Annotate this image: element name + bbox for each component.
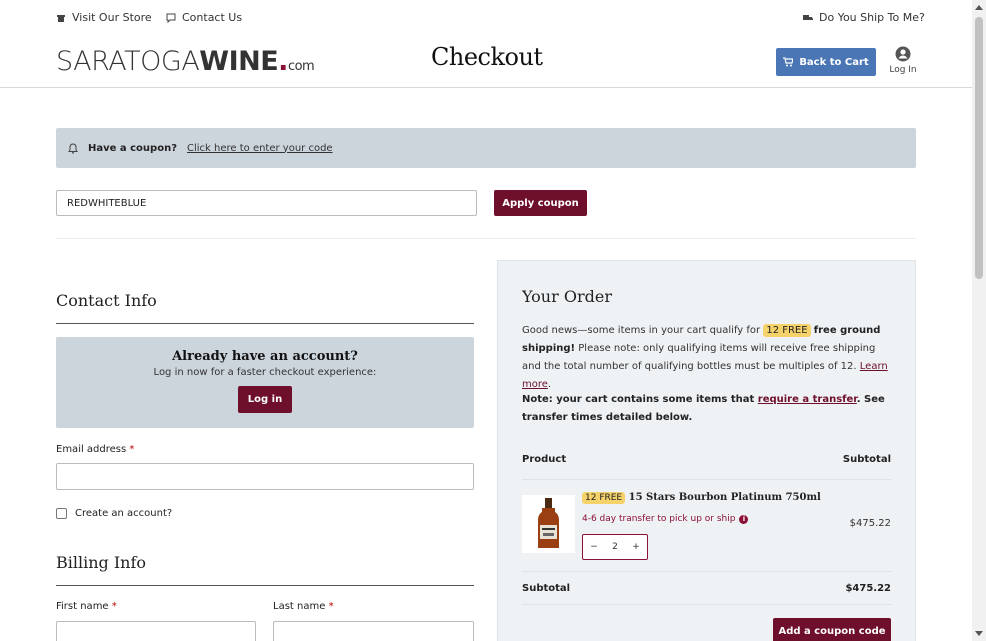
account-subtitle: Log in now for a faster checkout experie… <box>153 367 377 378</box>
cart-icon <box>783 57 794 67</box>
heading-rule <box>56 585 474 586</box>
contact-us-link[interactable]: Contact Us <box>166 11 242 24</box>
coupon-notice: Have a coupon? Click here to enter your … <box>56 128 916 168</box>
first-name-label: First name * <box>56 601 117 612</box>
quantity-increase-button[interactable]: + <box>632 542 640 552</box>
product-image <box>522 495 575 553</box>
divider <box>56 238 916 239</box>
back-to-cart-button[interactable]: Back to Cart <box>776 48 876 76</box>
coupon-prompt: Have a coupon? <box>88 142 177 154</box>
page-title: Checkout <box>431 43 543 71</box>
email-field[interactable] <box>56 463 474 490</box>
login-button[interactable]: Log in <box>238 386 292 413</box>
add-coupon-button[interactable]: Add a coupon code <box>773 618 891 641</box>
your-order-heading: Your Order <box>522 287 612 306</box>
create-account-checkbox[interactable] <box>56 508 67 519</box>
apply-coupon-button[interactable]: Apply coupon <box>494 190 587 216</box>
heading-rule <box>56 323 474 324</box>
email-label: Email address * <box>56 444 135 455</box>
subtotal-label: Subtotal <box>522 583 571 594</box>
info-icon[interactable]: i <box>739 514 749 524</box>
scrollbar-thumb[interactable] <box>975 17 983 279</box>
subtotal-value: $475.22 <box>845 583 891 594</box>
scroll-up-arrow-icon[interactable] <box>975 5 983 10</box>
login-link[interactable]: Log In <box>887 46 919 75</box>
contact-info-heading: Contact Info <box>56 291 157 310</box>
coupon-code-input[interactable] <box>56 190 477 216</box>
user-icon <box>895 46 911 62</box>
ship-to-me-label: Do You Ship To Me? <box>819 11 925 24</box>
visit-store-link[interactable]: Visit Our Store <box>56 11 152 24</box>
ship-to-me-link[interactable]: Do You Ship To Me? <box>803 11 925 24</box>
scroll-down-arrow-icon[interactable] <box>975 631 983 636</box>
quantity-stepper[interactable]: − 2 + <box>582 534 648 560</box>
login-label: Log In <box>889 65 917 75</box>
product-column-header: Product <box>522 454 567 465</box>
quantity-value[interactable]: 2 <box>612 542 618 552</box>
item-subtotal: $475.22 <box>849 518 891 529</box>
bell-icon <box>68 142 78 154</box>
divider <box>522 571 892 572</box>
product-name[interactable]: 12 FREE 15 Stars Bourbon Platinum 750ml <box>582 492 821 504</box>
truck-icon <box>803 14 813 20</box>
product-free-badge: 12 FREE <box>582 492 626 504</box>
transfer-time: 4-6 day transfer to pick up or ship i <box>582 514 749 524</box>
create-account-label: Create an account? <box>75 508 173 519</box>
subtotal-column-header: Subtotal <box>842 454 891 465</box>
account-login-box: Already have an account? Log in now for … <box>56 337 474 428</box>
first-name-field[interactable] <box>56 621 256 641</box>
quantity-decrease-button[interactable]: − <box>590 542 598 552</box>
store-icon <box>57 14 65 22</box>
order-summary: Your Order Good news—some items in your … <box>497 260 916 641</box>
transfer-note: Note: your cart contains some items that… <box>522 394 885 423</box>
site-logo[interactable]: SARATOGAWINE.com <box>56 46 315 77</box>
coupon-toggle-link[interactable]: Click here to enter your code <box>187 143 333 154</box>
account-title: Already have an account? <box>172 349 358 364</box>
free-badge: 12 FREE <box>763 324 811 337</box>
chat-icon <box>166 13 176 23</box>
page-scrollbar[interactable] <box>972 0 986 641</box>
last-name-field[interactable] <box>273 621 474 641</box>
site-header: Visit Our Store Contact Us Do You Ship T… <box>0 0 972 88</box>
billing-info-heading: Billing Info <box>56 553 147 572</box>
divider <box>522 604 892 605</box>
visit-store-label: Visit Our Store <box>72 11 152 24</box>
last-name-label: Last name * <box>273 601 334 612</box>
free-shipping-message: Good news—some items in your cart qualif… <box>522 324 888 390</box>
contact-us-label: Contact Us <box>182 11 243 24</box>
divider <box>522 479 892 480</box>
require-transfer-link[interactable]: require a transfer <box>758 394 857 405</box>
